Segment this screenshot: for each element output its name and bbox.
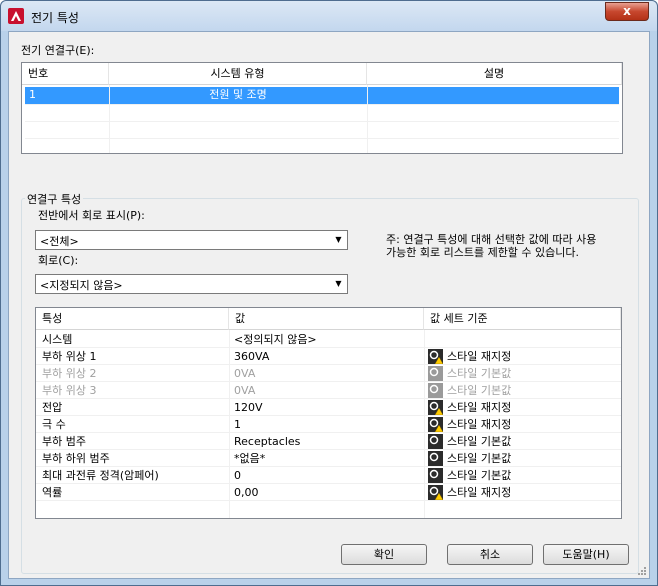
grid-line bbox=[25, 138, 619, 139]
column-header-set-by[interactable]: 값 세트 기준 bbox=[424, 308, 621, 330]
property-row[interactable]: 극 수 1 스타일 재지정 bbox=[36, 416, 621, 433]
property-value[interactable]: 360VA bbox=[234, 348, 269, 365]
circuit-label: 회로(C): bbox=[38, 254, 79, 267]
property-value[interactable]: 1 bbox=[234, 416, 241, 433]
grid-line bbox=[36, 500, 621, 501]
connector-number: 1 bbox=[29, 88, 36, 101]
property-name: 역률 bbox=[42, 486, 63, 499]
property-value[interactable]: Receptacles bbox=[234, 433, 300, 450]
panel-dropdown[interactable]: <전체> ▼ bbox=[35, 230, 348, 250]
property-name: 시스템 bbox=[42, 333, 73, 346]
style-default-icon bbox=[428, 366, 443, 381]
style-default-icon bbox=[428, 468, 443, 483]
property-row[interactable]: 최대 과전류 정격(암페어) 0 스타일 기본값 bbox=[36, 467, 621, 484]
property-row[interactable]: 시스템 <정의되지 않음> bbox=[36, 331, 621, 348]
title-bar[interactable]: 전기 특성 x bbox=[1, 1, 657, 31]
property-grid[interactable]: 특성 값 값 세트 기준 시스템 <정의되지 않음> 부하 위상 1 360VA 스타일… bbox=[35, 307, 622, 519]
property-name: 부하 범주 bbox=[42, 435, 86, 448]
property-set-by-text: 스타일 재지정 bbox=[447, 418, 512, 431]
panel-label: 전반에서 회로 표시(P): bbox=[38, 209, 145, 222]
property-row[interactable]: 부하 하위 범주 *없음* 스타일 기본값 bbox=[36, 450, 621, 467]
autocad-logo-icon bbox=[8, 8, 24, 24]
property-value[interactable]: *없음* bbox=[234, 450, 265, 467]
property-value[interactable]: <정의되지 않음> bbox=[234, 331, 317, 348]
property-row[interactable]: 역률 0,00 스타일 재지정 bbox=[36, 484, 621, 501]
circuit-dropdown[interactable]: <지정되지 않음> ▼ bbox=[35, 274, 348, 294]
property-value[interactable]: 0,00 bbox=[234, 484, 259, 501]
chevron-down-icon: ▼ bbox=[335, 279, 342, 288]
grid-line bbox=[367, 85, 368, 153]
property-row[interactable]: 부하 위상 2 0VA 스타일 기본값 bbox=[36, 365, 621, 382]
connector-row-selected[interactable]: 1 전원 및 조명 bbox=[25, 87, 619, 104]
property-set-by-text: 스타일 기본값 bbox=[447, 435, 512, 448]
property-row[interactable]: 전압 120V 스타일 재지정 bbox=[36, 399, 621, 416]
property-name: 부하 하위 범주 bbox=[42, 452, 110, 465]
style-default-icon bbox=[428, 434, 443, 449]
connector-properties-group-label: 연결구 특성 bbox=[25, 191, 84, 207]
property-name: 부하 위상 1 bbox=[42, 350, 97, 363]
property-set-by-text: 스타일 기본값 bbox=[447, 384, 512, 397]
panel-dropdown-value: <전체> bbox=[40, 235, 79, 248]
property-name: 부하 위상 2 bbox=[42, 367, 97, 380]
column-header-description[interactable]: 설명 bbox=[367, 63, 622, 85]
connectors-label: 전기 연결구(E): bbox=[21, 44, 95, 57]
style-override-icon bbox=[428, 349, 443, 364]
property-row[interactable]: 부하 위상 3 0VA 스타일 기본값 bbox=[36, 382, 621, 399]
grid-line bbox=[25, 121, 619, 122]
style-default-icon bbox=[428, 451, 443, 466]
property-name: 극 수 bbox=[42, 418, 66, 431]
grid-line bbox=[109, 85, 110, 153]
property-name: 전압 bbox=[42, 401, 63, 414]
property-name: 최대 과전류 정격(암페어) bbox=[42, 469, 159, 482]
property-set-by-text: 스타일 기본값 bbox=[447, 452, 512, 465]
property-set-by-text: 스타일 기본값 bbox=[447, 469, 512, 482]
circuit-note: 주: 연결구 특성에 대해 선택한 값에 따라 사용 가능한 회로 리스트를 제… bbox=[386, 233, 597, 259]
dialog-window: 전기 특성 x 전기 연결구(E): 번호 시스템 유형 설명 1 전원 및 조… bbox=[0, 0, 658, 586]
property-value[interactable]: 120V bbox=[234, 399, 263, 416]
property-row[interactable]: 부하 위상 1 360VA 스타일 재지정 bbox=[36, 348, 621, 365]
circuit-dropdown-value: <지정되지 않음> bbox=[40, 279, 123, 292]
style-override-icon bbox=[428, 417, 443, 432]
property-set-by-text: 스타일 재지정 bbox=[447, 401, 512, 414]
property-value[interactable]: 0VA bbox=[234, 382, 255, 399]
style-override-icon bbox=[428, 400, 443, 415]
property-set-by-text: 스타일 기본값 bbox=[447, 367, 512, 380]
property-set-by-text: 스타일 재지정 bbox=[447, 486, 512, 499]
close-button[interactable]: x bbox=[605, 2, 649, 21]
style-default-icon bbox=[428, 383, 443, 398]
property-value[interactable]: 0VA bbox=[234, 365, 255, 382]
window-title: 전기 특성 bbox=[31, 11, 79, 25]
property-name: 부하 위상 3 bbox=[42, 384, 97, 397]
column-header-value[interactable]: 값 bbox=[229, 308, 424, 330]
help-button[interactable]: 도움말(H) bbox=[543, 544, 629, 565]
cancel-button[interactable]: 취소 bbox=[447, 544, 533, 565]
property-value[interactable]: 0 bbox=[234, 467, 241, 484]
column-header-system-type[interactable]: 시스템 유형 bbox=[109, 63, 367, 85]
chevron-down-icon: ▼ bbox=[335, 235, 342, 244]
column-header-number[interactable]: 번호 bbox=[22, 63, 109, 85]
connectors-list[interactable]: 번호 시스템 유형 설명 1 전원 및 조명 bbox=[21, 62, 623, 154]
connector-system-type: 전원 및 조명 bbox=[209, 88, 267, 101]
resize-grip-icon[interactable] bbox=[637, 566, 647, 576]
property-set-by-text: 스타일 재지정 bbox=[447, 350, 512, 363]
dialog-client-area: 전기 연결구(E): 번호 시스템 유형 설명 1 전원 및 조명 연결구 특성… bbox=[8, 31, 650, 579]
style-override-icon bbox=[428, 485, 443, 500]
grid-line bbox=[25, 104, 619, 105]
ok-button[interactable]: 확인 bbox=[341, 544, 427, 565]
column-header-property[interactable]: 특성 bbox=[36, 308, 229, 330]
property-row[interactable]: 부하 범주 Receptacles 스타일 기본값 bbox=[36, 433, 621, 450]
